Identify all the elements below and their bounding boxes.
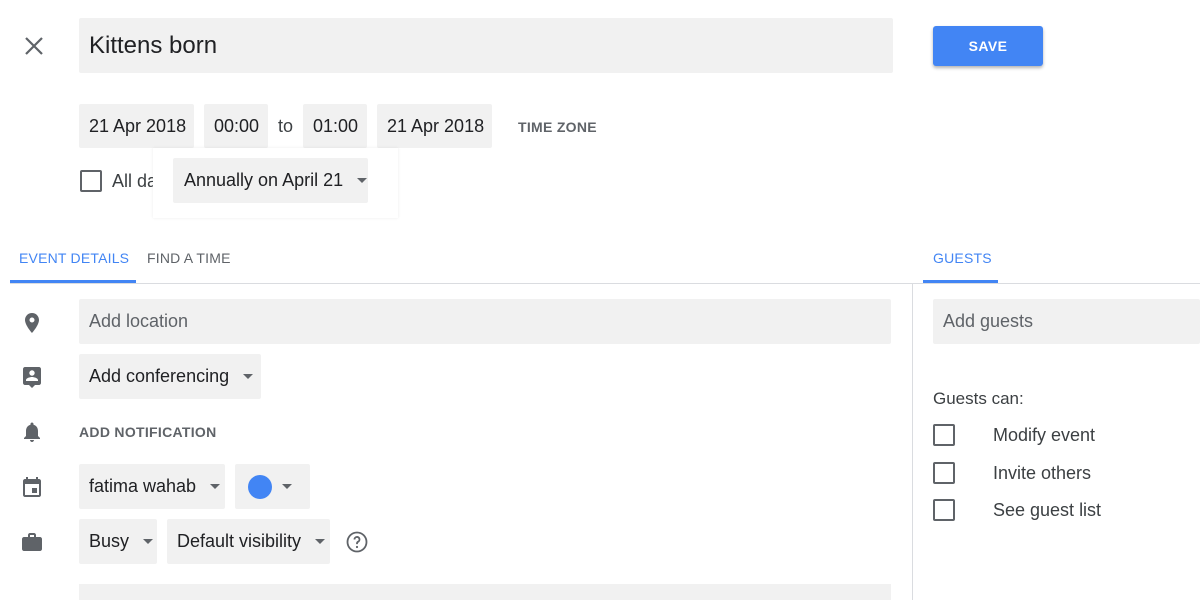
chevron-down-icon [357, 178, 368, 183]
all-day-label: All da [112, 171, 158, 191]
conferencing-dropdown[interactable]: Add conferencing [79, 354, 261, 399]
availability-dropdown[interactable]: Busy [79, 519, 157, 564]
recurrence-text: Annually on April 21 [184, 170, 344, 190]
chevron-down-icon [210, 484, 221, 489]
calendar-owner-label: fatima wahab [89, 476, 197, 496]
description-field[interactable] [79, 584, 891, 600]
location-input[interactable]: Add location [79, 299, 891, 344]
chevron-down-icon [143, 539, 154, 544]
bell-icon [20, 420, 44, 444]
conferencing-icon [20, 365, 44, 389]
availability-label: Busy [89, 531, 130, 551]
add-notification-button[interactable]: ADD NOTIFICATION [79, 424, 217, 440]
event-color-swatch [248, 474, 272, 499]
tab-guests[interactable]: GUESTS [933, 250, 992, 266]
to-label: to [278, 116, 294, 136]
guests-can-label: Guests can: [933, 389, 1024, 408]
end-time-field[interactable]: 01:00 [303, 104, 367, 148]
invite-others-checkbox[interactable] [933, 462, 955, 484]
event-color-dropdown[interactable] [235, 464, 310, 509]
save-button[interactable]: SAVE [933, 26, 1043, 66]
visibility-label: Default visibility [177, 531, 302, 551]
end-date-text: 21 Apr 2018 [387, 115, 485, 136]
help-icon[interactable] [345, 530, 369, 554]
briefcase-icon [20, 530, 44, 554]
tabs-divider [10, 283, 1200, 284]
modify-event-checkbox[interactable] [933, 424, 955, 446]
event-title-input[interactable]: Kittens born [79, 18, 893, 73]
start-date-field[interactable]: 21 Apr 2018 [79, 104, 194, 148]
conferencing-label: Add conferencing [89, 366, 230, 386]
location-pin-icon [20, 311, 44, 335]
add-guests-placeholder: Add guests [943, 311, 1034, 331]
end-time-text: 01:00 [313, 115, 359, 136]
start-time-text: 00:00 [214, 115, 260, 136]
add-guests-input[interactable]: Add guests [933, 299, 1200, 344]
calendar-icon [20, 475, 44, 499]
see-guest-list-checkbox[interactable] [933, 499, 955, 521]
event-title-text: Kittens born [89, 31, 218, 59]
panel-divider [912, 284, 913, 600]
modify-event-label: Modify event [993, 425, 1096, 445]
chevron-down-icon [243, 374, 254, 379]
start-date-text: 21 Apr 2018 [89, 115, 187, 136]
see-guest-list-label: See guest list [993, 500, 1102, 520]
chevron-down-icon [282, 484, 292, 489]
calendar-owner-dropdown[interactable]: fatima wahab [79, 464, 225, 509]
invite-others-label: Invite others [993, 463, 1092, 483]
end-date-field[interactable]: 21 Apr 2018 [377, 104, 492, 148]
visibility-dropdown[interactable]: Default visibility [167, 519, 330, 564]
time-zone-button[interactable]: TIME ZONE [518, 119, 597, 135]
tab-find-a-time[interactable]: FIND A TIME [147, 250, 231, 266]
close-icon[interactable] [22, 34, 46, 58]
recurrence-dropdown[interactable]: Annually on April 21 [173, 158, 368, 203]
all-day-checkbox[interactable] [80, 170, 102, 192]
start-time-field[interactable]: 00:00 [204, 104, 268, 148]
chevron-down-icon [315, 539, 326, 544]
save-button-label: SAVE [968, 38, 1008, 54]
tab-event-details[interactable]: EVENT DETAILS [19, 250, 129, 266]
location-placeholder: Add location [89, 311, 189, 331]
